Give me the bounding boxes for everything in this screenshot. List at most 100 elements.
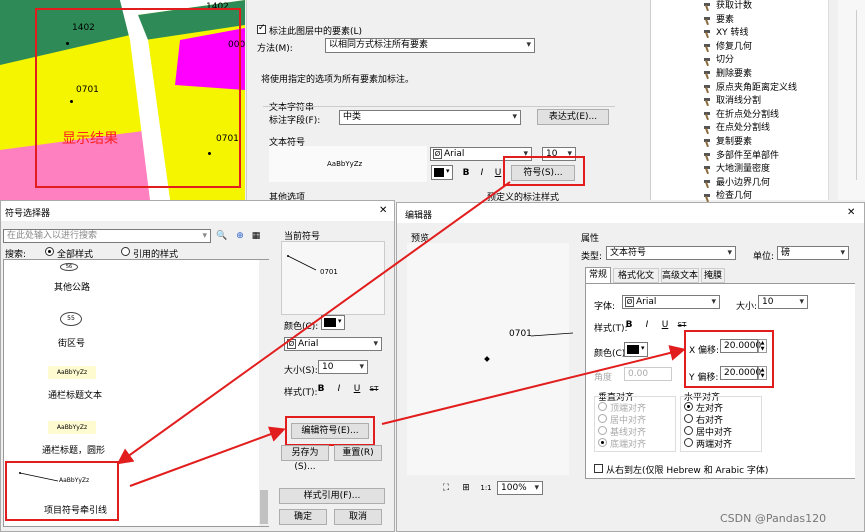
label-field-select[interactable]: 中类 bbox=[339, 110, 521, 125]
halign-justify-label: 两端对齐 bbox=[696, 440, 733, 450]
text-symbol-preview-text: AaBbYyZz bbox=[327, 160, 363, 168]
editor-color-swatch[interactable]: ▾ bbox=[624, 342, 648, 357]
search-icon[interactable]: 🔍 bbox=[215, 229, 229, 243]
underline-button[interactable]: U bbox=[350, 382, 364, 396]
tab-formatted-text[interactable]: 格式化文本 bbox=[613, 268, 659, 295]
label-features-checkbox[interactable] bbox=[257, 23, 266, 34]
editor-title: 编辑器 bbox=[405, 211, 433, 221]
symbol-list-item[interactable]: AaBbYyZz 通栏标题，圆形 bbox=[4, 415, 259, 459]
editor-titlebar: 编辑器 ✕ bbox=[397, 203, 864, 223]
size-label: 大小(S): bbox=[284, 366, 318, 376]
symbol-list-scrollbar[interactable] bbox=[259, 260, 269, 526]
editor-font-value: Arial bbox=[636, 297, 657, 307]
bold-button[interactable]: B bbox=[622, 318, 636, 332]
underline-button[interactable]: U bbox=[658, 318, 672, 332]
highlight-leader-item bbox=[5, 461, 119, 521]
halign-right-radio[interactable] bbox=[684, 414, 693, 423]
type-select[interactable]: 文本符号 bbox=[606, 246, 736, 260]
editor-size-select[interactable]: 10 bbox=[758, 295, 808, 309]
symbol-selector-close-icon[interactable]: ✕ bbox=[379, 205, 387, 216]
bold-button[interactable]: B bbox=[314, 382, 328, 396]
font-label: 字体: bbox=[594, 302, 616, 312]
toolbox-item-label: 在点处分割线 bbox=[716, 123, 771, 134]
symbol-selector-dialog: 符号选择器 ✕ 在此处输入以进行搜索 ▾ 🔍 ⊕ ▦ 搜索: 全部样式 引用的样… bbox=[0, 200, 395, 532]
label-features-label: 标注此图层中的要素(L) bbox=[269, 27, 363, 37]
tab-mask[interactable]: 掩膜 bbox=[701, 268, 725, 283]
tab-general[interactable]: 常规 bbox=[585, 267, 611, 283]
zoom-select[interactable]: 100% bbox=[497, 481, 543, 495]
save-as-button[interactable]: 另存为(S)... bbox=[281, 445, 329, 472]
symbol-font-select[interactable]: Ø Arial bbox=[284, 337, 382, 351]
toolbox-item[interactable]: 修复几何 bbox=[703, 41, 828, 55]
toolbox-item[interactable]: 最小边界几何 bbox=[703, 177, 828, 191]
map-view[interactable]: 1402 1402 000 0701 0701 显示结果 bbox=[0, 0, 245, 200]
toolbox-item[interactable]: 切分 bbox=[703, 54, 828, 68]
symbol-item-name: 其他公路 bbox=[54, 283, 91, 293]
halign-center-radio[interactable] bbox=[684, 426, 693, 435]
toolbox-item[interactable]: 原点夹角距离定义线 bbox=[703, 82, 828, 96]
color-swatch[interactable]: ▾ bbox=[321, 315, 345, 330]
style-manager-icon[interactable]: ⊕ bbox=[233, 229, 247, 243]
view-options-icon[interactable]: ▦ bbox=[249, 229, 263, 243]
toolbox-item-label: 在折点处分割线 bbox=[716, 109, 780, 120]
angle-input[interactable]: 0.00 bbox=[624, 367, 672, 381]
toolbox-item[interactable]: 大地测量密度 bbox=[703, 163, 828, 177]
editor-scrollbar[interactable] bbox=[855, 233, 864, 529]
toolbox-item-label: 最小边界几何 bbox=[716, 177, 771, 188]
symbol-list-item[interactable]: AaBbYyZz 通栏标题文本 bbox=[4, 360, 259, 404]
valign-center-radio[interactable] bbox=[598, 414, 607, 423]
valign-bottom-radio[interactable] bbox=[598, 438, 607, 447]
highlight-offsets bbox=[684, 330, 774, 388]
rtl-checkbox[interactable] bbox=[594, 464, 603, 473]
toolbox-item-label: 删除要素 bbox=[716, 68, 753, 79]
toolbox-item[interactable]: XY 转线 bbox=[703, 27, 828, 41]
symbol-list-item[interactable]: 56 其他公路 bbox=[4, 260, 259, 298]
toolbox-item[interactable]: 在点处分割线 bbox=[703, 122, 828, 136]
strikethrough-button[interactable]: ST bbox=[367, 382, 381, 396]
valign-top-radio[interactable] bbox=[598, 402, 607, 411]
font-select-value: Arial bbox=[444, 149, 465, 159]
tool-hammer-icon bbox=[703, 97, 712, 106]
valign-bottom-label: 底端对齐 bbox=[610, 440, 647, 450]
toolbox-item[interactable]: 取消线分割 bbox=[703, 95, 828, 109]
actual-size-icon[interactable]: 1:1 bbox=[479, 481, 493, 495]
italic-button[interactable]: I bbox=[475, 166, 489, 180]
text-color-swatch[interactable]: ▾ bbox=[431, 165, 453, 180]
ok-button[interactable]: 确定 bbox=[279, 509, 327, 525]
symbol-selector-title: 符号选择器 bbox=[5, 209, 51, 219]
reset-button[interactable]: 重置(R) bbox=[334, 445, 382, 461]
toolbox-item[interactable]: 多部件至单部件 bbox=[703, 150, 828, 164]
referenced-styles-radio[interactable] bbox=[121, 247, 130, 256]
toolbox-item-label: 取消线分割 bbox=[716, 96, 762, 107]
all-styles-radio[interactable] bbox=[45, 247, 54, 256]
tool-hammer-icon bbox=[703, 16, 712, 25]
toolbox-item[interactable]: 删除要素 bbox=[703, 68, 828, 82]
halign-justify-radio[interactable] bbox=[684, 438, 693, 447]
toolbox-scrollbar[interactable] bbox=[828, 0, 838, 200]
tab-advanced-text[interactable]: 高级文本 bbox=[661, 268, 699, 283]
toolbox-item[interactable]: 要素 bbox=[703, 14, 828, 28]
tool-hammer-icon bbox=[703, 2, 712, 11]
toolbox-item[interactable]: 复制要素 bbox=[703, 136, 828, 150]
editor-close-icon[interactable]: ✕ bbox=[847, 207, 855, 218]
cancel-button[interactable]: 取消 bbox=[334, 509, 382, 525]
zoom-extent-icon[interactable]: ⊞ bbox=[459, 481, 473, 495]
zoom-fit-icon[interactable]: ⛶ bbox=[439, 481, 453, 495]
valign-baseline-radio[interactable] bbox=[598, 426, 607, 435]
expression-button[interactable]: 表达式(E)... bbox=[537, 109, 609, 125]
method-select[interactable]: 以相同方式标注所有要素 bbox=[325, 38, 535, 53]
toolbox-item[interactable]: 获取计数 bbox=[703, 0, 828, 14]
symbol-size-select[interactable]: 10 bbox=[318, 360, 368, 374]
symbol-list-item[interactable]: 55 街区号 bbox=[4, 304, 259, 354]
symbol-item-name: 通栏标题文本 bbox=[48, 391, 103, 401]
halign-left-radio[interactable] bbox=[684, 402, 693, 411]
toolbox-item[interactable]: 在折点处分割线 bbox=[703, 109, 828, 123]
editor-font-select[interactable]: Ø Arial bbox=[622, 295, 720, 309]
symbol-search-input[interactable]: 在此处输入以进行搜索 ▾ bbox=[3, 229, 211, 243]
style-references-button[interactable]: 样式引用(F)... bbox=[279, 488, 385, 504]
unit-select[interactable]: 磅 bbox=[777, 246, 849, 260]
toolbox-item-label: 要素 bbox=[716, 14, 735, 25]
italic-button[interactable]: I bbox=[640, 318, 654, 332]
italic-button[interactable]: I bbox=[332, 382, 346, 396]
bold-button[interactable]: B bbox=[459, 166, 473, 180]
